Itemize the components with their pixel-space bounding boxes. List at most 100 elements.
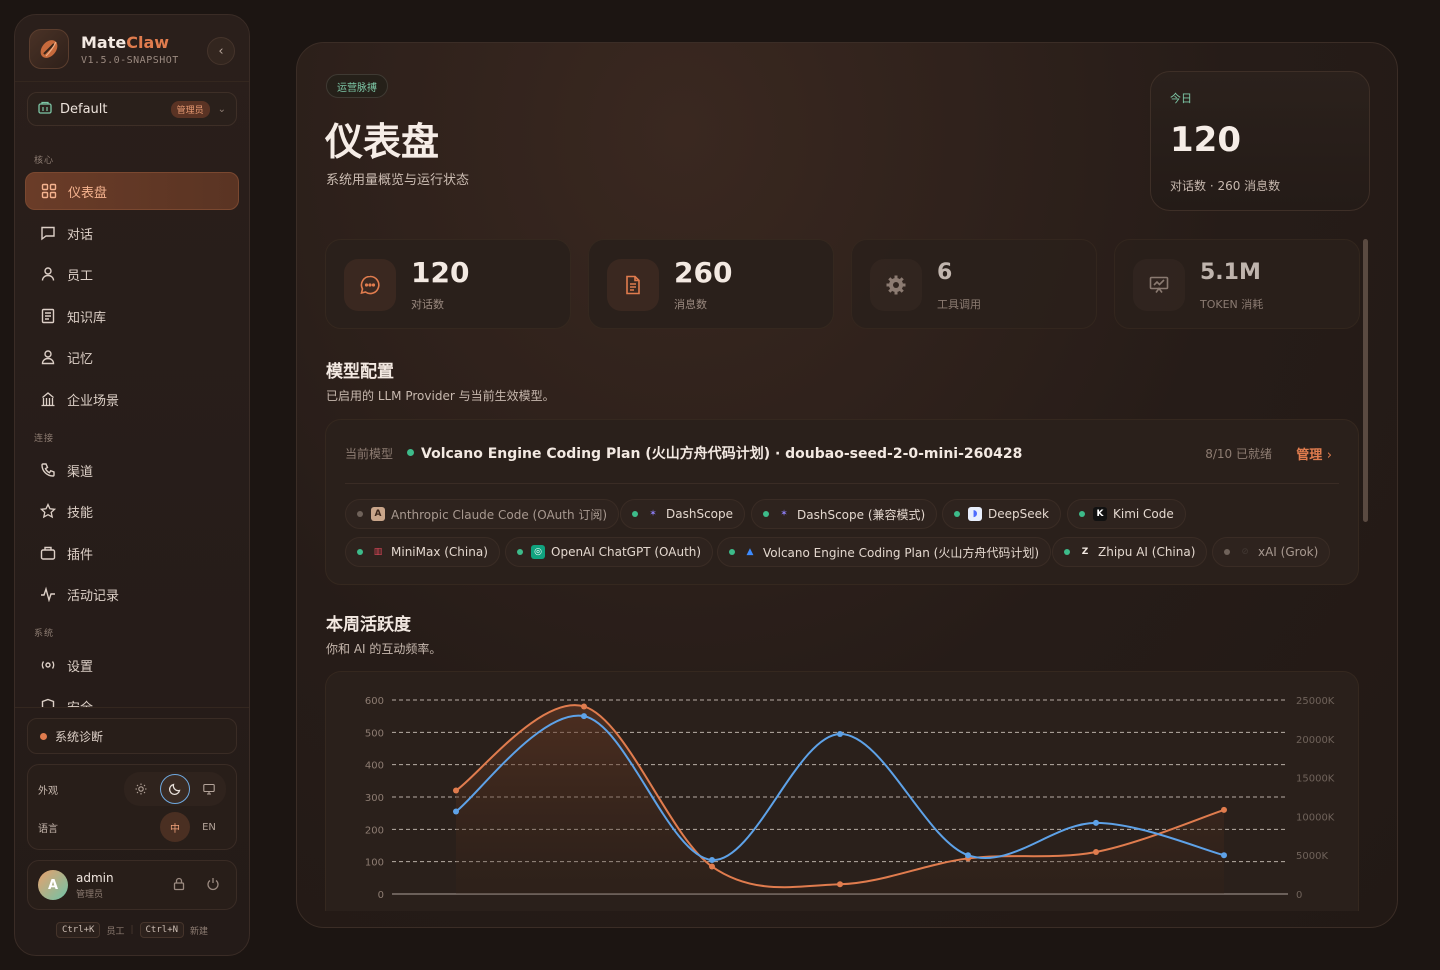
sidebar-item-security[interactable]: 安全 bbox=[25, 687, 239, 707]
data-point bbox=[709, 863, 715, 870]
provider-chip[interactable]: ◗ DeepSeek bbox=[942, 499, 1061, 529]
lang-en-button[interactable]: EN bbox=[194, 812, 224, 842]
section-pill: 运营脉搏 bbox=[326, 74, 388, 98]
minimax-logo-icon: ▥ bbox=[373, 547, 383, 557]
sidebar-item-label: 设置 bbox=[67, 659, 94, 675]
moon-icon[interactable] bbox=[160, 774, 190, 804]
y2-tick-label: 25000K bbox=[1296, 696, 1335, 707]
data-point bbox=[453, 808, 459, 815]
stat-value: 260 bbox=[674, 256, 733, 289]
deepseek-logo-icon: ◗ bbox=[968, 507, 982, 521]
sidebar-item-settings[interactable]: 设置 bbox=[25, 646, 239, 684]
sidebar-item-channels[interactable]: 渠道 bbox=[25, 451, 239, 489]
stat-label: TOKEN 消耗 bbox=[1200, 298, 1264, 311]
status-dot bbox=[407, 449, 414, 456]
chat-bubble-icon bbox=[344, 259, 396, 311]
user-role: 管理员 bbox=[76, 889, 104, 900]
data-point bbox=[837, 730, 843, 737]
data-point bbox=[1221, 852, 1227, 859]
chevron-left-icon: ‹ bbox=[218, 43, 224, 59]
lock-icon[interactable] bbox=[172, 877, 186, 895]
building-icon bbox=[39, 390, 57, 408]
provider-chip[interactable]: Z Zhipu AI (China) bbox=[1052, 537, 1208, 567]
data-point bbox=[1093, 848, 1099, 855]
today-card: 今日 120 对话数 · 260 消息数 bbox=[1150, 71, 1370, 211]
sun-icon[interactable] bbox=[126, 774, 156, 804]
chevron-right-icon: › bbox=[1326, 448, 1332, 463]
workspace-icon bbox=[38, 100, 52, 118]
appearance-row: 外观 bbox=[38, 772, 226, 806]
stat-label: 对话数 bbox=[411, 298, 444, 311]
provider-chip[interactable]: ▥ MiniMax (China) bbox=[345, 537, 500, 567]
sidebar-item-knowledge[interactable]: 知识库 bbox=[25, 297, 239, 335]
preferences-panel: 外观 语言 中 EN bbox=[27, 764, 237, 850]
provider-chip[interactable]: A Anthropic Claude Code (OAuth 订阅) bbox=[345, 499, 620, 529]
sidebar-item-employees[interactable]: 员工 bbox=[25, 255, 239, 293]
data-point bbox=[581, 713, 587, 720]
dashscope-logo-icon: ✶ bbox=[649, 509, 657, 519]
language-switcher: 中 EN bbox=[158, 810, 226, 844]
sidebar-item-skills[interactable]: 技能 bbox=[25, 492, 239, 530]
section-connect-label: 连接 bbox=[34, 434, 55, 444]
sidebar-item-label: 渠道 bbox=[67, 464, 94, 480]
current-model-label: 当前模型 bbox=[345, 447, 394, 461]
stat-card-conversations: 120 对话数 bbox=[325, 239, 571, 329]
presentation-icon bbox=[1133, 259, 1185, 311]
stat-value: 120 bbox=[411, 256, 470, 289]
model-config-card: 当前模型 Volcano Engine Coding Plan (火山方舟代码计… bbox=[325, 419, 1359, 585]
y-tick-label: 0 bbox=[378, 890, 384, 901]
lang-zh-button[interactable]: 中 bbox=[160, 812, 190, 842]
provider-chip[interactable]: ⊘ xAI (Grok) bbox=[1212, 537, 1331, 567]
y-tick-label: 200 bbox=[365, 825, 384, 836]
theme-switcher bbox=[124, 772, 226, 806]
page-subtitle: 系统用量概览与运行状态 bbox=[326, 173, 470, 188]
workspace-selector[interactable]: Default 管理员 ⌄ bbox=[27, 92, 237, 126]
language-label: 语言 bbox=[38, 823, 58, 835]
gear-icon bbox=[870, 259, 922, 311]
sidebar-item-label: 安全 bbox=[67, 697, 93, 707]
dashscope-logo-icon: ✶ bbox=[780, 509, 788, 519]
models-title: 模型配置 bbox=[326, 362, 394, 382]
chat-icon bbox=[39, 224, 57, 242]
shield-icon bbox=[39, 697, 57, 707]
sidebar-item-enterprise[interactable]: 企业场景 bbox=[25, 380, 239, 418]
sidebar-item-chat[interactable]: 对话 bbox=[25, 214, 239, 252]
appearance-label: 外观 bbox=[38, 785, 58, 797]
sidebar-item-activity[interactable]: 活动记录 bbox=[25, 575, 239, 613]
shortcut-label: 新建 bbox=[190, 926, 209, 937]
role-badge: 管理员 bbox=[170, 100, 210, 118]
chevron-down-icon: ⌄ bbox=[217, 103, 226, 115]
sidebar-item-dashboard[interactable]: 仪表盘 bbox=[25, 172, 239, 210]
sidebar-item-plugins[interactable]: 插件 bbox=[25, 534, 239, 572]
provider-chip[interactable]: K Kimi Code bbox=[1067, 499, 1186, 529]
scrollbar[interactable] bbox=[1363, 239, 1368, 522]
y-tick-label: 100 bbox=[365, 858, 384, 869]
shortcut-label: 员工 bbox=[106, 926, 125, 937]
section-system-label: 系统 bbox=[34, 629, 55, 639]
avatar[interactable]: A bbox=[38, 870, 68, 900]
monitor-icon[interactable] bbox=[194, 774, 224, 804]
manage-link[interactable]: 管理 › bbox=[1296, 444, 1332, 463]
shortcut-key: Ctrl+K bbox=[55, 922, 101, 938]
provider-chip[interactable]: ✶ DashScope (兼容模式) bbox=[751, 499, 938, 529]
section-core-label: 核心 bbox=[34, 156, 55, 166]
stat-card-tool-calls: 6 工具调用 bbox=[851, 239, 1097, 329]
provider-chip[interactable]: ▲ Volcano Engine Coding Plan (火山方舟代码计划) bbox=[717, 537, 1052, 567]
collapse-sidebar-button[interactable]: ‹ bbox=[207, 37, 235, 65]
power-icon[interactable] bbox=[206, 877, 220, 895]
models-subtitle: 已启用的 LLM Provider 与当前生效模型。 bbox=[326, 389, 555, 403]
stat-label: 消息数 bbox=[674, 298, 707, 311]
sidebar-item-label: 记忆 bbox=[67, 351, 94, 367]
sidebar-item-label: 插件 bbox=[67, 547, 94, 563]
memory-icon bbox=[39, 348, 57, 366]
y2-tick-label: 15000K bbox=[1296, 774, 1335, 785]
sidebar-item-memory[interactable]: 记忆 bbox=[25, 338, 239, 376]
provider-chip[interactable]: ◎ OpenAI ChatGPT (OAuth) bbox=[505, 537, 714, 567]
main-panel: 运营脉搏 仪表盘 系统用量概览与运行状态 今日 120 对话数 · 260 消息… bbox=[296, 42, 1398, 928]
system-diagnostics-button[interactable]: 系统诊断 bbox=[27, 718, 237, 754]
data-point bbox=[1221, 806, 1227, 813]
settings-icon bbox=[39, 656, 57, 674]
y2-tick-label: 0 bbox=[1296, 890, 1302, 901]
provider-chip[interactable]: ✶ DashScope bbox=[620, 499, 746, 529]
person-icon bbox=[39, 265, 57, 283]
